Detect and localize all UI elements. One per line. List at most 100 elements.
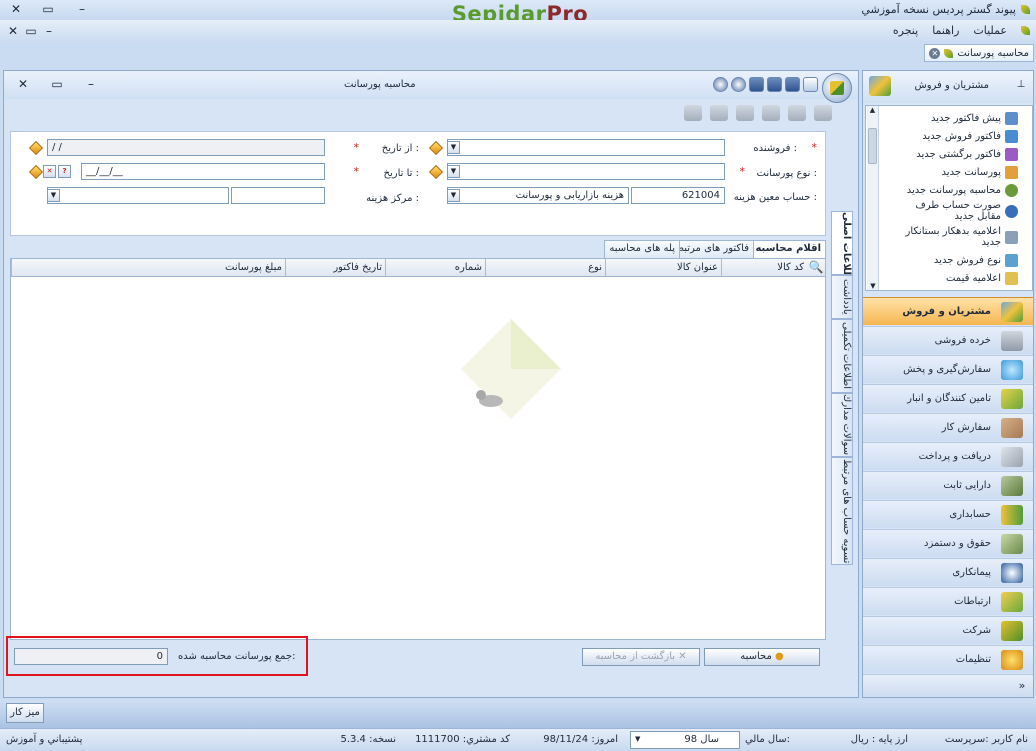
cost-center-code[interactable] xyxy=(231,187,325,204)
window-orb-icon[interactable] xyxy=(822,73,852,103)
cost-center-dropdown-icon[interactable]: ▼ xyxy=(47,189,60,202)
menu-operations[interactable]: عمليات xyxy=(973,24,1007,37)
nav-payroll[interactable]: حقوق و دستمزد xyxy=(863,529,1033,557)
grid-search-icon[interactable]: 🔍 xyxy=(807,260,825,276)
commission-type-lookup-icon[interactable] xyxy=(428,164,444,180)
shortcut-calc-commission[interactable]: محاسبه پورسانت جديد xyxy=(907,184,1018,197)
shortcut-scrollbar[interactable]: ▲ ▼ xyxy=(867,106,879,290)
commission-type-dropdown-icon[interactable]: ▼ xyxy=(447,165,460,178)
shortcut-price-notice[interactable]: اعلاميه قيمت xyxy=(946,272,1018,285)
nav-overflow-chevron-icon[interactable]: » xyxy=(1015,678,1029,694)
desk-button[interactable]: ميز كار xyxy=(6,703,44,723)
save-new-icon[interactable] xyxy=(767,77,782,92)
tab-calc-items[interactable]: اقلام محاسبه xyxy=(750,240,826,259)
side-tab-extra-info[interactable]: اطلاعات تكميلی xyxy=(831,319,853,393)
nav-sales[interactable]: مشتريان و فروش xyxy=(863,297,1033,325)
window-close-icon[interactable]: ✕ xyxy=(16,76,30,92)
save-icon[interactable] xyxy=(785,77,800,92)
col-type[interactable]: نوع xyxy=(485,259,605,277)
minimize-child-icon[interactable]: – xyxy=(42,23,56,39)
from-date-field[interactable]: / / xyxy=(47,139,325,156)
shortcut-return-invoice[interactable]: فاكتور برگشتی جديد xyxy=(916,148,1018,161)
watermark-icon xyxy=(461,319,561,419)
menu-help[interactable]: راهنما xyxy=(932,24,959,37)
nav-settings[interactable]: تنظيمات xyxy=(863,645,1033,673)
seller-required: * xyxy=(811,141,818,154)
shortcut-new-commission[interactable]: پورسانت جديد xyxy=(942,166,1018,179)
side-tab-documents[interactable]: سوالات مدارك xyxy=(831,393,853,457)
col-invoice-date[interactable]: تاريخ فاكتور xyxy=(285,259,385,277)
restore-app-icon[interactable]: ▭ xyxy=(40,1,56,17)
total-value-field: 0 xyxy=(14,648,168,665)
delete-icon[interactable] xyxy=(788,105,806,121)
pin-icon[interactable]: ⊥ xyxy=(1015,77,1027,93)
shortcut-sale-type[interactable]: نوع فروش جديد xyxy=(934,254,1018,267)
commission-window: ✕ ▭ – محاسبه پورسانت فروشنده : * ▼ نوع پ… xyxy=(3,70,859,698)
nav-accounting[interactable]: حسابداری xyxy=(863,500,1033,528)
help-icon[interactable] xyxy=(731,77,746,92)
nav-ordering[interactable]: سفارش‌گيری و پخش xyxy=(863,355,1033,383)
col-number[interactable]: شماره xyxy=(385,259,485,277)
copy-icon[interactable] xyxy=(814,105,832,121)
nav-work-order[interactable]: سفارش كار xyxy=(863,413,1033,441)
from-date-lookup-icon[interactable] xyxy=(28,140,44,156)
side-tab-notes[interactable]: يادداشت xyxy=(831,275,853,319)
new-icon[interactable] xyxy=(803,77,818,92)
expense-account-dropdown-icon[interactable]: ▼ xyxy=(447,189,460,202)
close-tab-icon[interactable]: ✕ xyxy=(929,47,941,59)
close-app-icon[interactable]: ✕ xyxy=(8,1,24,17)
col-commission-amount[interactable]: مبلغ پورسانت xyxy=(11,259,285,277)
attach-icon[interactable] xyxy=(710,105,728,121)
seller-field[interactable] xyxy=(447,139,725,156)
seller-dropdown-icon[interactable]: ▼ xyxy=(447,141,460,154)
minimize-app-icon[interactable]: – xyxy=(74,1,90,17)
commission-type-field[interactable] xyxy=(447,163,725,180)
nav-fixed-assets[interactable]: دارايی ثابت xyxy=(863,471,1033,499)
save-close-icon[interactable] xyxy=(749,77,764,92)
settings-icon[interactable] xyxy=(713,77,728,92)
clear-date-icon[interactable]: ✕ xyxy=(43,165,56,178)
col-item-code[interactable]: كد كالا xyxy=(721,259,807,277)
nav-receipts[interactable]: دريافت و پرداخت xyxy=(863,442,1033,470)
side-tab-main-info[interactable]: اطلاعات اصلی xyxy=(831,211,853,275)
col-item-title[interactable]: عنوان كالا xyxy=(605,259,721,277)
nav-panel-header: ⊥ مشتريان و فروش xyxy=(863,71,1033,103)
grid-header: 🔍 كد كالا عنوان كالا نوع شماره تاريخ فاك… xyxy=(11,259,825,277)
cost-center-name[interactable] xyxy=(47,187,229,204)
print-icon[interactable] xyxy=(684,105,702,121)
shortcut-proforma[interactable]: پيش فاكتور جديد xyxy=(931,112,1018,125)
menu-window[interactable]: پنجره xyxy=(893,24,918,37)
doc-tab-commission[interactable]: محاسبه پورسانت ✕ xyxy=(924,44,1034,62)
seller-lookup-icon[interactable] xyxy=(428,140,444,156)
menu-bar: ✕ ▭ – عمليات راهنما پنجره xyxy=(0,20,1036,42)
shortcut-statement[interactable]: صورت حساب طرف مقابل جديد xyxy=(902,200,1018,222)
to-date-lookup-icon[interactable] xyxy=(28,164,44,180)
shortcut-sales-invoice[interactable]: فاكتور فروش جديد xyxy=(922,130,1018,143)
shortcut-debit-credit[interactable]: اعلاميه بدهكار بستانكار جديد xyxy=(902,226,1018,248)
status-version: نسخه: 5.3.4 xyxy=(340,734,396,745)
menu-logo-icon xyxy=(1021,26,1030,35)
tab-calc-steps[interactable]: پله های محاسبه xyxy=(604,240,680,258)
window-minimize-icon[interactable]: – xyxy=(84,76,98,92)
calculate-button[interactable]: ● محاسبه xyxy=(704,648,820,666)
nav-suppliers[interactable]: تامين كنندگان و انبار xyxy=(863,384,1033,412)
nav-retail[interactable]: خرده فروشی xyxy=(863,326,1033,354)
close-child-icon[interactable]: ✕ xyxy=(6,23,20,39)
nav-company[interactable]: شركت xyxy=(863,616,1033,644)
nav-communications[interactable]: ارتباطات xyxy=(863,587,1033,615)
restore-child-icon[interactable]: ▭ xyxy=(24,23,38,39)
to-date-field[interactable]: __/__/__ xyxy=(81,163,325,180)
previous-icon[interactable] xyxy=(762,105,780,121)
side-tab-settlements[interactable]: تسويه حساب های مرتبط xyxy=(831,457,853,565)
tab-related-invoices[interactable]: فاكتور های مرتبط xyxy=(669,240,754,258)
fiscal-year-select[interactable]: سال 98 ▼ xyxy=(630,731,740,749)
calendar-icon[interactable]: ? xyxy=(58,165,71,178)
nav-contracting[interactable]: پيمانكاری xyxy=(863,558,1033,586)
window-restore-icon[interactable]: ▭ xyxy=(50,76,64,92)
status-customer-code: كد مشتري: 1111700 xyxy=(415,734,510,745)
next-icon[interactable] xyxy=(736,105,754,121)
status-support[interactable]: پشتيباني و آموزش xyxy=(6,734,82,745)
expense-account-name[interactable]: هزينه بازاريابی و پورسانت xyxy=(447,187,629,204)
undo-calculate-button[interactable]: ✕ بازگشت از محاسبه xyxy=(582,648,700,666)
expense-account-code[interactable]: 621004 xyxy=(631,187,725,204)
